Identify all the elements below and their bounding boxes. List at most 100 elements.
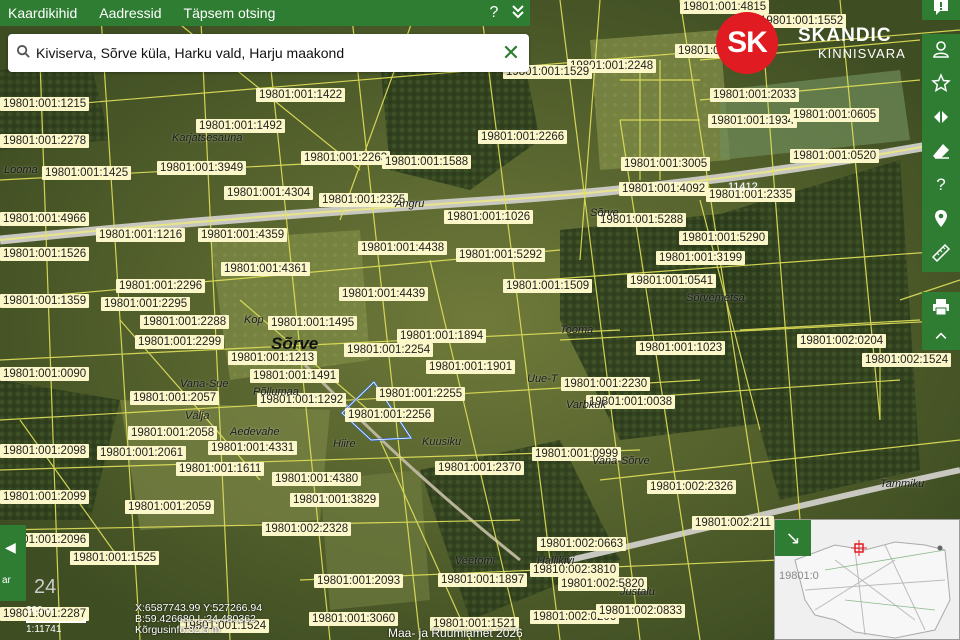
parcel-label[interactable]: 19801:001:2099 [0, 490, 90, 504]
parcel-label[interactable]: 19801:001:0520 [790, 149, 880, 163]
left-panel-tab[interactable]: ◀ ar [0, 525, 26, 601]
double-chevron-down-icon[interactable] [506, 3, 530, 24]
parcel-label[interactable]: 19801:001:4092 [619, 182, 709, 196]
parcel-label[interactable]: 19801:001:4439 [339, 287, 429, 301]
parcel-label[interactable]: 19801:001:0541 [627, 274, 717, 288]
logo-brand: SKANDIC [798, 24, 892, 46]
parcel-label[interactable]: 19801:001:1359 [0, 294, 90, 308]
place-name-label: Hiire [333, 438, 356, 450]
parcel-label[interactable]: 19801:001:2033 [710, 88, 800, 102]
parcel-label[interactable]: 19801:002:211 [692, 516, 774, 530]
parcel-label[interactable]: 19801:001:4361 [221, 262, 311, 276]
tab-advanced-search[interactable]: Täpsem otsing [173, 5, 287, 21]
parcel-label[interactable]: 19801:001:5292 [456, 248, 546, 262]
scale-distance: 300 m [26, 605, 54, 616]
print-icon[interactable] [922, 292, 960, 326]
eraser-icon[interactable] [922, 136, 960, 170]
help-icon[interactable]: ? [922, 170, 960, 204]
parcel-label[interactable]: 19801:001:2254 [344, 343, 434, 357]
parcel-label[interactable]: 19801:001:1425 [42, 166, 132, 180]
user-icon[interactable] [922, 34, 960, 68]
place-name-label: Justalu [620, 586, 655, 598]
parcel-label[interactable]: 19801:001:4438 [358, 241, 448, 255]
parcel-label[interactable]: 19801:001:1934 [708, 114, 798, 128]
tab-map-layers[interactable]: Kaardikihid [0, 5, 88, 21]
scale-ratio: 1:11741 [26, 624, 62, 635]
parcel-label[interactable]: 19801:001:1026 [444, 210, 534, 224]
parcel-label[interactable]: 19801:001:2059 [125, 500, 215, 514]
parcel-label[interactable]: 19801:001:1525 [70, 551, 160, 565]
parcel-label[interactable]: 19801:001:3829 [290, 493, 380, 507]
parcel-label[interactable]: 19801:002:0833 [596, 604, 686, 618]
parcel-label[interactable]: 19801:001:5290 [679, 231, 769, 245]
search-box: ✕ [8, 34, 529, 72]
parcel-label[interactable]: 19801:001:3005 [621, 157, 711, 171]
chevron-up-icon[interactable] [922, 326, 960, 350]
overview-minimap[interactable]: ↘ 19801:0 [774, 519, 960, 640]
place-name-label: Põllumaa [253, 386, 299, 398]
clear-search-button[interactable]: ✕ [493, 40, 529, 66]
right-toolbar: ? [922, 0, 960, 350]
parcel-label[interactable]: 19801:001:1215 [0, 97, 90, 111]
parcel-label[interactable]: 19801:001:1495 [268, 316, 358, 330]
parcel-label[interactable]: 19801:001:2299 [135, 335, 225, 349]
parcel-label[interactable]: 19801:001:2288 [140, 315, 230, 329]
parcel-label[interactable]: 19801:001:1491 [250, 369, 340, 383]
parcel-label[interactable]: 19801:002:0204 [797, 334, 887, 348]
parcel-label[interactable]: 19801:001:1509 [503, 279, 593, 293]
parcel-label[interactable]: 19801:001:1894 [397, 329, 487, 343]
parcel-label[interactable]: 19801:001:0605 [790, 108, 880, 122]
parcel-label[interactable]: 19801:001:1526 [0, 247, 90, 261]
parcel-label[interactable]: 19801:001:2093 [314, 574, 404, 588]
parcel-label[interactable]: 19801:001:2057 [130, 391, 220, 405]
parcel-label[interactable]: 19801:001:2370 [435, 461, 525, 475]
tab-addresses[interactable]: Aadressid [88, 5, 172, 21]
place-name-label: Uue-T [527, 373, 558, 385]
parcel-label[interactable]: 19801:001:2263 [301, 151, 391, 165]
location-pin-icon[interactable] [922, 204, 960, 238]
search-input[interactable] [32, 45, 493, 61]
parcel-label[interactable]: 19801:001:3949 [157, 161, 247, 175]
parcel-label[interactable]: 19801:001:2230 [561, 377, 651, 391]
parcel-label[interactable]: 19801:001:1897 [438, 573, 528, 587]
parcel-label[interactable]: 19801:001:2266 [478, 130, 568, 144]
parcel-label[interactable]: 19801:001:2256 [345, 408, 435, 422]
parcel-label[interactable]: 19801:001:0090 [0, 367, 90, 381]
parcel-label[interactable]: 19801:002:2328 [262, 522, 352, 536]
place-name-label: Aedevahe [230, 426, 280, 438]
parcel-label[interactable]: 19801:002:2326 [647, 480, 737, 494]
parcel-label[interactable]: 19801:001:1492 [196, 119, 286, 133]
parcel-label[interactable]: 19801:001:1216 [96, 228, 186, 242]
parcel-label[interactable]: 19801:001:2255 [376, 387, 466, 401]
parcel-label[interactable]: 19801:001:3060 [309, 612, 399, 626]
star-icon[interactable] [922, 68, 960, 102]
scale-bar: 300 m 1:11741 [26, 604, 86, 637]
parcel-label[interactable]: 19801:002:1524 [862, 353, 952, 367]
parcel-label[interactable]: 19801:001:2061 [97, 446, 187, 460]
parcel-label[interactable]: 19801:001:4359 [198, 228, 288, 242]
top-navigation-bar: Kaardikihid Aadressid Täpsem otsing ? [0, 0, 530, 26]
left-panel-label: ar [2, 575, 11, 586]
arrow-down-right-icon[interactable]: ↘ [775, 520, 811, 556]
parcel-label[interactable]: 19801:001:2098 [0, 444, 90, 458]
place-name-label: Varbkuk [566, 399, 606, 411]
compare-icon[interactable] [922, 102, 960, 136]
parcel-label[interactable]: 19801:001:4331 [208, 441, 298, 455]
question-icon[interactable]: ? [482, 4, 506, 22]
parcel-label[interactable]: 19801:002:0663 [537, 537, 627, 551]
parcel-label[interactable]: 19801:001:2058 [128, 426, 218, 440]
parcel-label[interactable]: 19801:001:1901 [426, 360, 516, 374]
parcel-label[interactable]: 19801:001:3199 [656, 251, 746, 265]
parcel-label[interactable]: 19801:001:1611 [176, 462, 265, 476]
parcel-label[interactable]: 19801:001:2296 [116, 279, 206, 293]
parcel-label[interactable]: 19801:001:1023 [636, 341, 726, 355]
parcel-label[interactable]: 19801:001:4966 [0, 212, 90, 226]
parcel-label[interactable]: 19801:001:2278 [0, 134, 90, 148]
parcel-label[interactable]: 19801:001:2295 [101, 297, 191, 311]
parcel-label[interactable]: 19801:001:4380 [272, 472, 362, 486]
parcel-label[interactable]: 19801:001:1588 [382, 155, 472, 169]
parcel-label[interactable]: 19801:001:1422 [256, 88, 346, 102]
ruler-icon[interactable] [922, 238, 960, 272]
parcel-label[interactable]: 19801:001:4304 [224, 186, 314, 200]
comment-icon[interactable] [922, 0, 960, 20]
